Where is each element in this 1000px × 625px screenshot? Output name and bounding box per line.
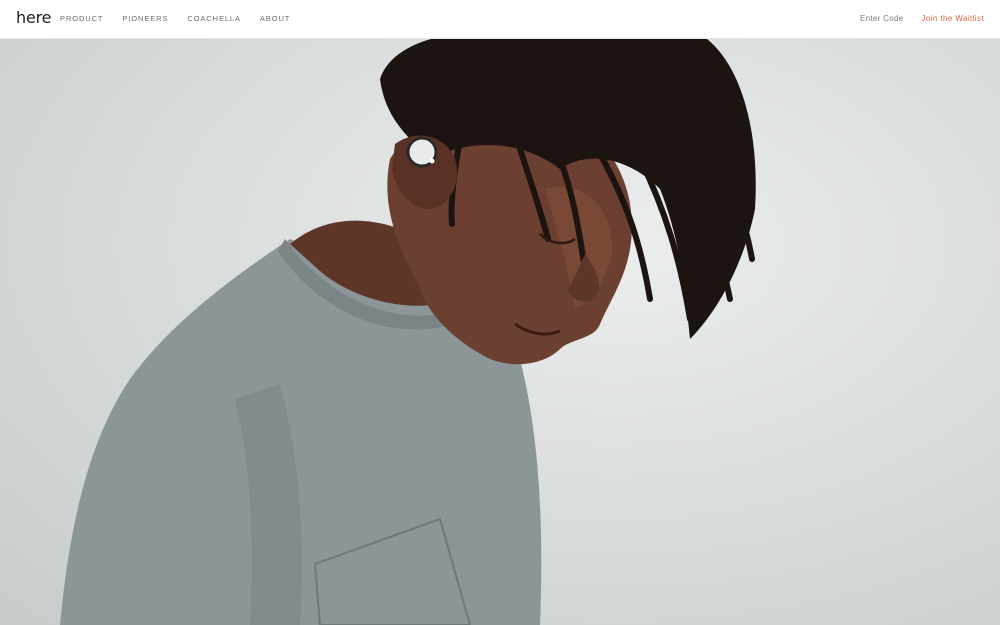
brand-logo[interactable]: here xyxy=(16,8,51,28)
main-nav: PRODUCT PIONEERS COACHELLA ABOUT xyxy=(60,13,309,25)
top-navigation-bar: here PRODUCT PIONEERS COACHELLA ABOUT En… xyxy=(0,0,1000,39)
earbud-light xyxy=(429,158,435,164)
hero-image xyxy=(0,39,1000,625)
nav-item-about[interactable]: ABOUT xyxy=(260,13,290,25)
enter-code-link[interactable]: Enter Code xyxy=(860,13,903,25)
join-waitlist-link[interactable]: Join the Waitlist xyxy=(921,13,984,25)
hero-illustration xyxy=(60,39,756,625)
nav-item-pioneers[interactable]: PIONEERS xyxy=(122,13,168,25)
header-actions: Enter Code Join the Waitlist xyxy=(860,13,984,25)
nav-item-coachella[interactable]: COACHELLA xyxy=(187,13,241,25)
nav-item-product[interactable]: PRODUCT xyxy=(60,13,103,25)
